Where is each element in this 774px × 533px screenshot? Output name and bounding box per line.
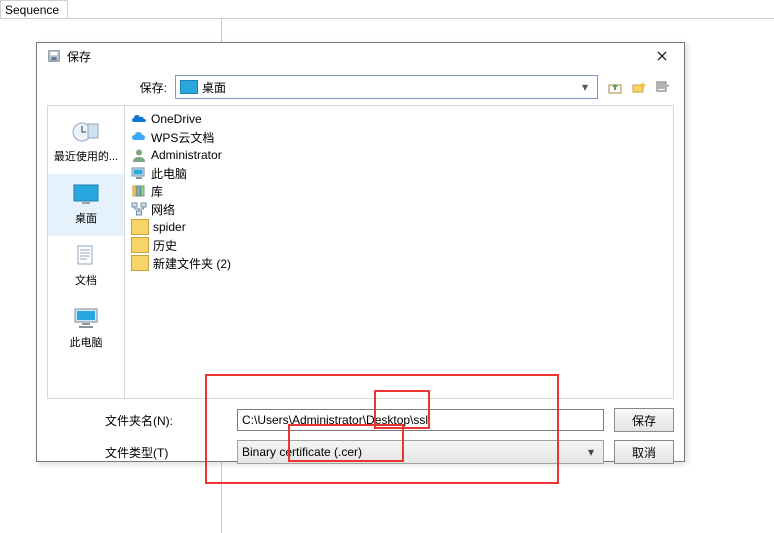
sidebar-item-documents[interactable]: 文档 <box>48 236 124 298</box>
list-item-label: 新建文件夹 (2) <box>153 255 231 272</box>
list-item-label: 此电脑 <box>151 165 187 182</box>
documents-icon <box>70 242 102 270</box>
sidebar-item-recent[interactable]: 最近使用的... <box>48 112 124 174</box>
view-menu-button[interactable] <box>652 76 674 98</box>
list-item[interactable]: 网络 <box>131 200 667 218</box>
filetype-label: 文件类型(T) <box>47 444 237 461</box>
cloud-icon <box>131 130 147 144</box>
filetype-combo[interactable]: Binary certificate (.cer) ▾ <box>237 440 604 464</box>
folder-up-icon <box>608 80 622 94</box>
sidebar-item-desktop[interactable]: 桌面 <box>48 174 124 236</box>
list-item[interactable]: 新建文件夹 (2) <box>131 254 667 272</box>
lookin-combo[interactable]: 桌面 ▾ <box>175 75 598 99</box>
chevron-down-icon: ▾ <box>577 80 593 94</box>
chevron-down-icon: ▾ <box>583 445 599 459</box>
background-tab-label: Sequence <box>5 3 59 17</box>
filetype-value: Binary certificate (.cer) <box>242 445 583 459</box>
save-button-label: 保存 <box>632 412 656 429</box>
desktop-icon <box>180 80 198 94</box>
list-item-label: Administrator <box>151 148 222 162</box>
filename-label: 文件夹名(N): <box>47 412 237 429</box>
computer-icon <box>131 166 147 180</box>
cancel-button-label: 取消 <box>632 444 656 461</box>
sidebar-item-label: 此电脑 <box>70 334 103 350</box>
places-sidebar: 最近使用的... 桌面 文档 此电脑 <box>47 105 124 399</box>
save-dialog-icon <box>47 49 61 63</box>
list-item-label: 网络 <box>151 201 175 218</box>
folder-icon <box>131 219 149 235</box>
list-item[interactable]: spider <box>131 218 667 236</box>
sidebar-item-thispc[interactable]: 此电脑 <box>48 298 124 360</box>
list-item[interactable]: 库 <box>131 182 667 200</box>
view-menu-icon <box>656 80 670 94</box>
list-item[interactable]: 历史 <box>131 236 667 254</box>
background-tab: Sequence <box>0 0 68 19</box>
network-icon <box>131 202 147 216</box>
sidebar-item-label: 最近使用的... <box>54 148 118 164</box>
lookin-value: 桌面 <box>202 79 573 96</box>
computer-icon <box>70 304 102 332</box>
list-item-label: 库 <box>151 183 163 200</box>
file-list[interactable]: OneDrive WPS云文档 Administrator 此电脑 库 网络 <box>124 105 674 399</box>
new-folder-icon <box>632 80 646 94</box>
up-one-level-button[interactable] <box>604 76 626 98</box>
list-item[interactable]: WPS云文档 <box>131 128 667 146</box>
titlebar: 保存 <box>37 43 684 69</box>
libraries-icon <box>131 184 147 198</box>
close-icon <box>657 51 667 61</box>
save-button[interactable]: 保存 <box>614 408 674 432</box>
list-item-label: 历史 <box>153 237 177 254</box>
list-item[interactable]: Administrator <box>131 146 667 164</box>
user-icon <box>131 148 147 162</box>
recent-icon <box>70 118 102 146</box>
save-dialog: 保存 保存: 桌面 ▾ 最近使用的... 桌面 <box>36 42 685 462</box>
onedrive-icon <box>131 112 147 126</box>
lookin-toolbar <box>604 76 674 98</box>
folder-icon <box>131 237 149 253</box>
list-item-label: spider <box>153 220 186 234</box>
filename-input[interactable] <box>237 409 604 431</box>
list-item[interactable]: 此电脑 <box>131 164 667 182</box>
decorative-line <box>0 18 774 19</box>
list-item-label: WPS云文档 <box>151 129 214 146</box>
new-folder-button[interactable] <box>628 76 650 98</box>
sidebar-item-label: 桌面 <box>75 210 97 226</box>
desktop-icon <box>70 180 102 208</box>
sidebar-item-label: 文档 <box>75 272 97 288</box>
folder-icon <box>131 255 149 271</box>
list-item[interactable]: OneDrive <box>131 110 667 128</box>
lookin-label: 保存: <box>37 79 175 96</box>
list-item-label: OneDrive <box>151 112 202 126</box>
dialog-title: 保存 <box>67 48 91 65</box>
close-button[interactable] <box>646 45 678 67</box>
cancel-button[interactable]: 取消 <box>614 440 674 464</box>
